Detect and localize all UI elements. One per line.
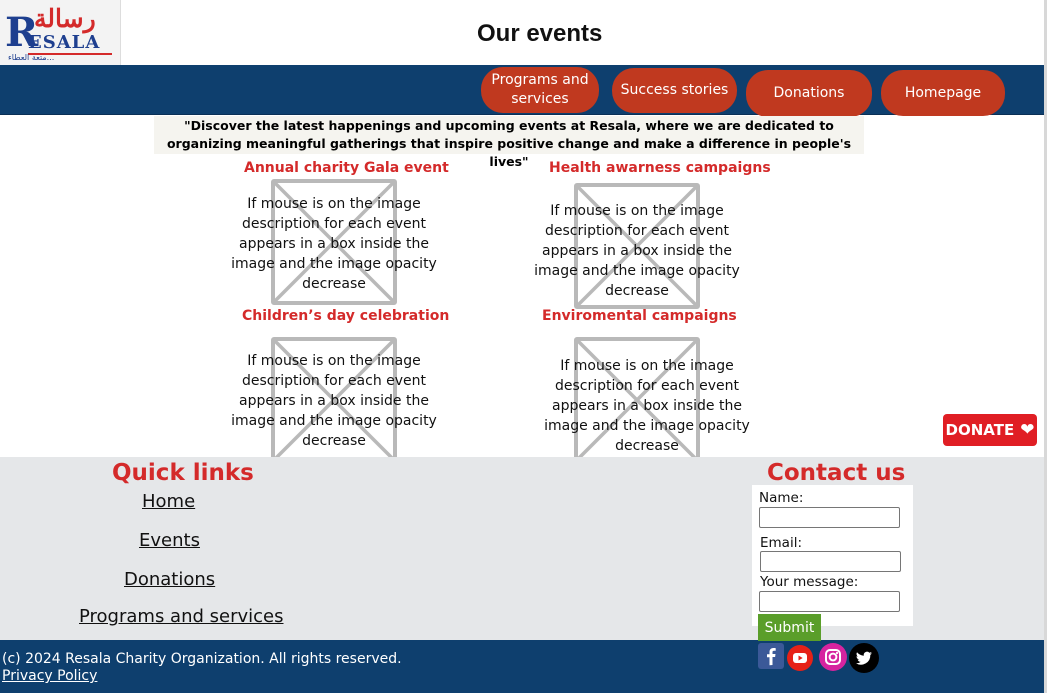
copyright-text: (c) 2024 Resala Charity Organization. Al… [2, 651, 402, 667]
donate-label: DONATE [945, 421, 1015, 439]
intro-quote: "Discover the latest happenings and upco… [154, 116, 864, 169]
nav-success-stories-button[interactable]: Success stories [612, 68, 737, 113]
quick-link-donations[interactable]: Donations [124, 569, 215, 590]
event-description-health: If mouse is on the image description for… [534, 203, 740, 299]
privacy-policy-link[interactable]: Privacy Policy [2, 668, 97, 684]
email-label: Email: [760, 535, 803, 551]
quick-link-events[interactable]: Events [139, 530, 200, 551]
submit-button[interactable]: Submit [758, 614, 821, 641]
quick-link-programs-and-services[interactable]: Programs and services [79, 606, 284, 627]
message-field[interactable] [759, 591, 900, 612]
event-title-health: Health awarness campaigns [549, 160, 771, 176]
donate-floating-button[interactable]: DONATE ❤ [943, 414, 1037, 446]
name-field[interactable] [759, 507, 900, 528]
event-description-environmental: If mouse is on the image description for… [544, 358, 750, 454]
page: رسالة R ESALA متعة العطاء... Our events … [0, 0, 1047, 693]
instagram-icon[interactable] [819, 643, 847, 671]
quick-link-home[interactable]: Home [142, 491, 195, 512]
logo-arabic-name: رسالة [34, 4, 96, 33]
contact-title: Contact us [767, 460, 906, 486]
nav-donations-button[interactable]: Donations [746, 70, 872, 117]
event-title-gala: Annual charity Gala event [244, 160, 449, 176]
nav-programs-and-services-button[interactable]: Programs and services [481, 67, 599, 113]
event-title-childrens-day: Children’s day celebration [242, 308, 450, 324]
facebook-icon[interactable] [758, 643, 784, 669]
email-field[interactable] [760, 551, 901, 572]
page-title: Our events [477, 20, 603, 47]
logo-tagline: متعة العطاء... [8, 53, 55, 62]
resala-logo[interactable]: رسالة R ESALA متعة العطاء... [0, 0, 121, 69]
heart-icon: ❤ [1020, 420, 1035, 440]
quick-links-title: Quick links [112, 460, 254, 486]
nav-homepage-button[interactable]: Homepage [881, 70, 1005, 116]
event-description-gala: If mouse is on the image description for… [231, 196, 437, 292]
twitter-icon[interactable] [849, 643, 879, 673]
event-description-childrens-day: If mouse is on the image description for… [231, 353, 437, 449]
event-title-environmental: Enviromental campaigns [542, 308, 737, 324]
message-label: Your message: [760, 574, 859, 590]
name-label: Name: [759, 490, 804, 506]
youtube-icon[interactable] [787, 645, 813, 671]
logo-latin-name: ESALA [28, 32, 101, 53]
